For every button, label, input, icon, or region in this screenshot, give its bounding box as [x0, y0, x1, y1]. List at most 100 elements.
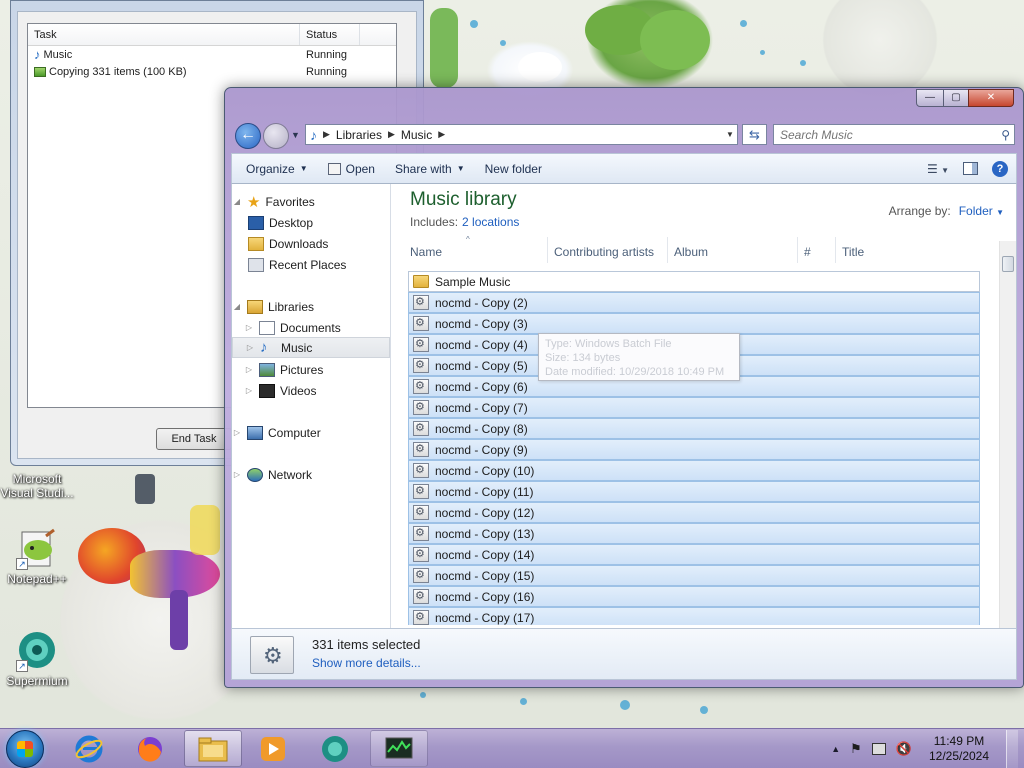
nav-pictures[interactable]: ▷ Pictures	[232, 359, 390, 380]
share-with-label: Share with	[394, 161, 452, 176]
file-row[interactable]: nocmd - Copy (12)	[408, 502, 980, 523]
share-with-button[interactable]: Share with ▼	[385, 154, 475, 183]
task-row[interactable]: Copying 331 items (100 KB) Running	[28, 63, 396, 80]
breadcrumb-separator-icon[interactable]: ▶	[323, 129, 330, 140]
network-status-icon[interactable]	[871, 743, 886, 755]
taskbar-media-player[interactable]	[244, 730, 302, 767]
column-header-status[interactable]: Status	[300, 24, 360, 45]
nav-desktop[interactable]: Desktop	[232, 212, 390, 233]
breadcrumb-separator-icon[interactable]: ▶	[438, 129, 445, 140]
file-row[interactable]: nocmd - Copy (9)	[408, 439, 980, 460]
desktop-icon-visual-studio[interactable]: Microsoft Visual Studi...	[0, 472, 74, 500]
open-button[interactable]: Open	[318, 154, 385, 183]
file-name: nocmd - Copy (12)	[435, 505, 535, 520]
column-header-track-number[interactable]: #	[798, 237, 836, 263]
clock[interactable]: 11:49 PM 12/25/2024	[922, 734, 996, 764]
wallpaper-bird-tail	[170, 590, 188, 650]
expand-arrow-icon[interactable]: ▷	[232, 428, 242, 437]
column-header-title[interactable]: Title	[836, 237, 982, 263]
new-folder-button[interactable]: New folder	[475, 154, 552, 183]
library-locations-link[interactable]: 2 locations	[462, 215, 519, 229]
maximize-button[interactable]: ▢	[943, 89, 969, 107]
nav-label: Computer	[268, 425, 321, 440]
file-row[interactable]: nocmd - Copy (3)	[408, 313, 980, 334]
volume-muted-icon[interactable]: 🔇	[896, 741, 912, 757]
folder-row[interactable]: Sample Music	[408, 271, 980, 292]
column-header-task[interactable]: Task	[28, 24, 300, 45]
taskbar-supermium[interactable]	[306, 730, 364, 767]
arrange-by-label: Arrange by:	[888, 204, 951, 218]
file-row[interactable]: nocmd - Copy (8)	[408, 418, 980, 439]
address-bar[interactable]: ♪ ▶ Libraries ▶ Music ▶ ▼	[305, 124, 738, 145]
nav-downloads[interactable]: Downloads	[232, 233, 390, 254]
file-row[interactable]: nocmd - Copy (10)	[408, 460, 980, 481]
minimize-button[interactable]: —	[916, 89, 944, 107]
vertical-scrollbar[interactable]	[999, 241, 1016, 628]
show-desktop-button[interactable]	[1006, 730, 1018, 768]
start-button[interactable]	[6, 730, 44, 768]
breadcrumb-separator-icon[interactable]: ▶	[388, 129, 395, 140]
nav-network[interactable]: ▷ Network	[232, 464, 390, 485]
task-row[interactable]: ♪ Music Running	[28, 46, 396, 63]
taskbar-firefox[interactable]	[121, 730, 179, 767]
show-hidden-icons-button[interactable]: ▲	[831, 744, 840, 754]
file-row[interactable]: nocmd - Copy (11)	[408, 481, 980, 502]
column-header-album[interactable]: Album	[668, 237, 798, 263]
taskbar-internet-explorer[interactable]	[60, 730, 118, 767]
file-row[interactable]: nocmd - Copy (16)	[408, 586, 980, 607]
forward-button[interactable]	[263, 123, 289, 149]
end-task-button[interactable]: End Task	[156, 428, 232, 450]
batch-file-icon	[413, 505, 429, 520]
recent-pages-dropdown[interactable]: ▼	[291, 130, 300, 140]
file-row[interactable]: nocmd - Copy (13)	[408, 523, 980, 544]
expand-arrow-icon[interactable]: ▷	[245, 343, 255, 352]
view-options-icon[interactable]: ☰ ▼	[927, 162, 949, 176]
help-icon[interactable]: ?	[992, 160, 1008, 177]
organize-button[interactable]: Organize ▼	[232, 154, 318, 183]
back-button[interactable]: ←	[235, 123, 261, 149]
batch-file-icon	[413, 421, 429, 436]
search-input[interactable]	[780, 127, 980, 142]
search-box[interactable]: ⚲	[773, 124, 1015, 145]
scrollbar-thumb[interactable]	[1002, 256, 1014, 272]
expand-arrow-icon[interactable]: ▷	[244, 365, 254, 374]
selection-count: 331 items selected	[312, 637, 421, 652]
search-icon[interactable]: ⚲	[1001, 128, 1010, 142]
close-button[interactable]: ✕	[968, 89, 1014, 107]
nav-documents[interactable]: ▷ Documents	[232, 317, 390, 338]
address-dropdown-icon[interactable]: ▼	[723, 130, 737, 139]
nav-recent-places[interactable]: Recent Places	[232, 254, 390, 275]
file-row[interactable]: nocmd - Copy (7)	[408, 397, 980, 418]
file-row[interactable]: nocmd - Copy (2)	[408, 292, 980, 313]
column-header-contributing-artists[interactable]: Contributing artists	[548, 237, 668, 263]
nav-favorites[interactable]: ◢ ★ Favorites	[232, 191, 390, 212]
column-header-name[interactable]: Name ^	[404, 235, 548, 263]
action-center-icon[interactable]: ⚑	[850, 741, 862, 757]
taskbar-file-explorer[interactable]	[184, 730, 242, 767]
file-row[interactable]: nocmd - Copy (14)	[408, 544, 980, 565]
show-more-details-link[interactable]: Show more details...	[312, 656, 421, 670]
expand-arrow-icon[interactable]: ▷	[244, 323, 254, 332]
expand-arrow-icon[interactable]: ▷	[244, 386, 254, 395]
nav-music[interactable]: ▷ ♪ Music	[232, 337, 390, 358]
nav-libraries[interactable]: ◢ Libraries	[232, 296, 390, 317]
clock-time: 11:49 PM	[933, 734, 985, 748]
nav-videos[interactable]: ▷ Videos	[232, 380, 390, 401]
taskbar-task-manager[interactable]	[370, 730, 428, 767]
breadcrumb-libraries[interactable]: Libraries	[336, 128, 382, 142]
desktop-icon-notepad-plus-plus[interactable]: ↗ Notepad++	[0, 528, 74, 586]
file-row[interactable]: nocmd - Copy (15)	[408, 565, 980, 586]
nav-computer[interactable]: ▷ Computer	[232, 422, 390, 443]
expand-arrow-icon[interactable]: ◢	[232, 197, 242, 206]
preview-pane-icon[interactable]	[963, 162, 978, 175]
arrange-by-dropdown[interactable]: Folder ▼	[959, 204, 1004, 218]
refresh-button[interactable]: ⇆	[742, 124, 767, 145]
desktop-icon-supermium[interactable]: ↗ Supermium	[0, 630, 74, 688]
file-row[interactable]: nocmd - Copy (17)	[408, 607, 980, 625]
nav-label: Pictures	[280, 362, 324, 377]
file-list[interactable]: Sample Music nocmd - Copy (2) nocmd - Copy…	[408, 271, 980, 625]
expand-arrow-icon[interactable]: ▷	[232, 470, 242, 479]
expand-arrow-icon[interactable]: ◢	[232, 302, 242, 311]
chevron-down-icon: ▼	[299, 164, 308, 173]
breadcrumb-music[interactable]: Music	[401, 128, 432, 142]
